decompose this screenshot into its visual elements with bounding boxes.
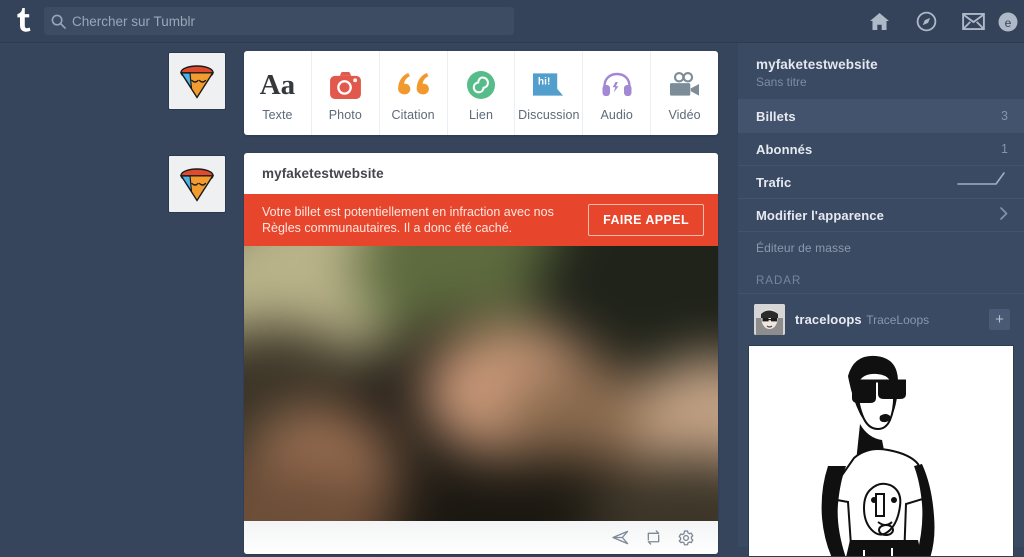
radar-blog-row[interactable]: traceloops TraceLoops + — [738, 294, 1024, 345]
post-type-texte[interactable]: Aa Texte — [244, 51, 312, 135]
sidebar-item-label: Trafic — [756, 174, 792, 190]
ice-cream-cone-icon — [175, 59, 219, 103]
video-camera-icon — [669, 68, 700, 102]
camera-icon — [329, 68, 361, 102]
blog-avatar-top[interactable] — [168, 52, 226, 110]
sidebar-item-count: 3 — [1001, 109, 1008, 123]
text-aa-icon: Aa — [260, 68, 295, 102]
ice-cream-cone-icon — [175, 162, 219, 206]
sidebar-item-abonnes[interactable]: Abonnés 1 — [738, 132, 1024, 165]
post-type-photo[interactable]: Photo — [312, 51, 380, 135]
sidebar-item-editeur-de-masse[interactable]: Éditeur de masse — [738, 231, 1024, 263]
post-type-label: Audio — [600, 108, 633, 122]
radar-section-header: RADAR — [738, 263, 1024, 294]
blurred-image-layer — [244, 246, 718, 521]
blog-avatar-post[interactable] — [168, 155, 226, 213]
post-type-label: Lien — [468, 108, 494, 122]
sidebar-blog-header[interactable]: myfaketestwebsite Sans titre — [738, 43, 1024, 99]
post-type-label: Vidéo — [668, 108, 701, 122]
post-type-label: Discussion — [518, 108, 580, 122]
post-violation-banner: Votre billet est potentiellement en infr… — [244, 194, 718, 246]
main-content-column: Aa Texte Photo Citation Lien hi! Discuss… — [244, 51, 718, 554]
radar-follow-button[interactable]: + — [989, 309, 1010, 330]
chevron-right-icon — [1000, 207, 1008, 223]
post-type-citation[interactable]: Citation — [380, 51, 448, 135]
post-type-video[interactable]: Vidéo — [651, 51, 718, 135]
compass-icon[interactable] — [903, 0, 950, 43]
post-header: myfaketestwebsite — [244, 153, 718, 194]
gear-icon[interactable] — [678, 529, 694, 546]
chat-bubble-icon: hi! — [533, 68, 564, 102]
line-art-illustration-icon — [749, 346, 1013, 556]
censored-post-image[interactable] — [244, 246, 718, 521]
text-aa-glyph: Aa — [259, 68, 296, 101]
right-sidebar: myfaketestwebsite Sans titre Billets 3 A… — [738, 43, 1024, 557]
radar-blog-title: TraceLoops — [866, 312, 930, 327]
post-type-lien[interactable]: Lien — [448, 51, 516, 135]
svg-text:hi!: hi! — [538, 77, 550, 88]
sidebar-item-count: 1 — [1001, 142, 1008, 156]
post-type-label: Photo — [328, 108, 362, 122]
home-icon[interactable] — [856, 0, 903, 43]
headphones-icon — [602, 68, 632, 102]
post-card: myfaketestwebsite Votre billet est poten… — [244, 153, 718, 554]
traffic-sparkline-icon — [956, 171, 1008, 194]
post-type-toolbar: Aa Texte Photo Citation Lien hi! Discuss… — [244, 51, 718, 135]
post-type-audio[interactable]: Audio — [583, 51, 652, 135]
radar-blog-names: traceloops TraceLoops — [795, 311, 979, 329]
sidebar-item-billets[interactable]: Billets 3 — [738, 99, 1024, 132]
post-username[interactable]: myfaketestwebsite — [262, 166, 384, 181]
search-icon — [44, 7, 72, 35]
sidebar-item-label: Abonnés — [756, 141, 813, 157]
radar-post-preview[interactable] — [748, 345, 1014, 557]
tumblr-logo-icon[interactable] — [4, 0, 40, 43]
top-navigation-bar: e — [0, 0, 1024, 43]
radar-avatar[interactable] — [754, 304, 785, 335]
sidebar-item-label: Modifier l'apparence — [756, 207, 884, 223]
sidebar-item-trafic[interactable]: Trafic — [738, 165, 1024, 198]
appeal-button[interactable]: FAIRE APPEL — [588, 204, 704, 236]
sidebar-blog-name: myfaketestwebsite — [756, 57, 878, 72]
search-bar[interactable] — [44, 7, 514, 35]
search-input[interactable] — [72, 7, 514, 35]
account-icon[interactable]: e — [997, 0, 1024, 43]
topbar-icon-group: e — [856, 0, 1024, 43]
quote-icon — [397, 68, 429, 102]
post-type-discussion[interactable]: hi! Discussion — [515, 51, 584, 135]
sidebar-item-label: Billets — [756, 108, 796, 124]
sidebar-item-modifier-apparence[interactable]: Modifier l'apparence — [738, 198, 1024, 231]
post-footer — [244, 521, 718, 554]
link-icon — [466, 68, 496, 102]
sidebar-blog-subtitle: Sans titre — [756, 75, 807, 89]
reblog-icon[interactable] — [645, 530, 662, 545]
radar-blog-name: traceloops — [795, 311, 862, 327]
svg-text:e: e — [1005, 16, 1012, 30]
post-type-label: Texte — [262, 108, 293, 122]
sidebar-item-label: Éditeur de masse — [756, 240, 851, 255]
violation-message: Votre billet est potentiellement en infr… — [262, 205, 554, 235]
share-icon[interactable] — [612, 530, 629, 545]
post-type-label: Citation — [391, 108, 435, 122]
envelope-icon[interactable] — [950, 0, 997, 43]
